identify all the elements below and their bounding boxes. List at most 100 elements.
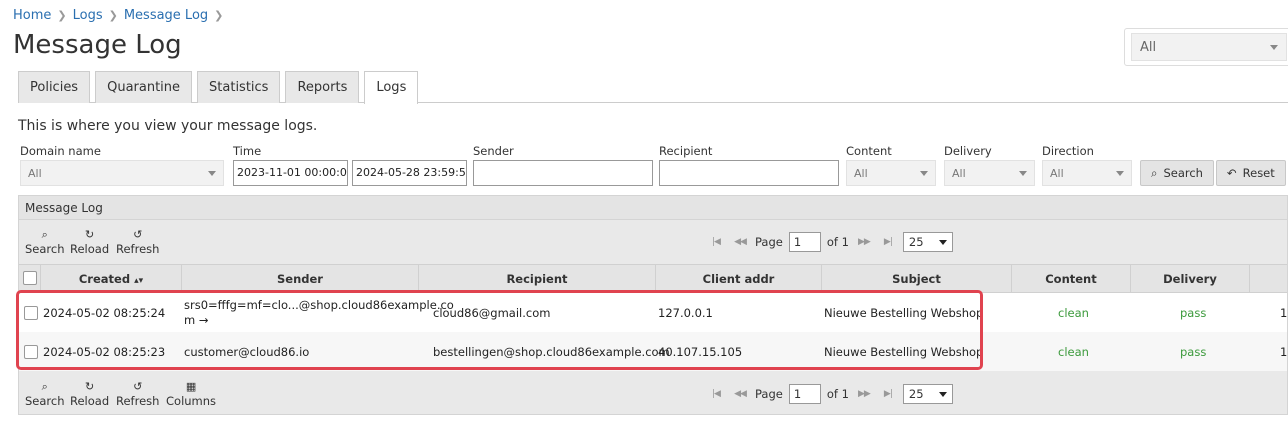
next-page-icon[interactable]: ▶▶: [855, 237, 873, 247]
cell-sender-line2: m →: [184, 313, 209, 327]
search-button-label: Search: [1163, 166, 1203, 180]
time-to-input[interactable]: 2024-05-28 23:59:59: [352, 160, 467, 186]
grid-reload-button-bottom[interactable]: ↻ Reload: [70, 380, 109, 408]
col-recipient[interactable]: Recipient: [419, 265, 656, 293]
cell-extra: 10: [1280, 345, 1288, 359]
grid-title: Message Log: [19, 196, 1287, 220]
sender-filter-input[interactable]: [473, 160, 653, 186]
page-input[interactable]: 1: [788, 384, 821, 404]
tab-quarantine[interactable]: Quarantine: [95, 71, 193, 103]
grid-search-label: Search: [25, 242, 65, 256]
cell-sender: customer@cloud86.io: [184, 345, 310, 359]
grid-columns-label: Columns: [166, 394, 217, 408]
chevron-down-icon: [1116, 170, 1124, 176]
select-all-checkbox[interactable]: [23, 271, 37, 285]
sort-icon: ▴▾: [134, 276, 144, 286]
page-of-label: of 1: [826, 235, 849, 249]
col-subject[interactable]: Subject: [822, 265, 1012, 293]
breadcrumb-current[interactable]: Message Log: [124, 8, 208, 23]
message-log-grid: Message Log ⌕ Search ↻ Reload ↺ Refresh …: [18, 195, 1288, 415]
last-page-icon[interactable]: ▶|: [879, 237, 897, 247]
page-input[interactable]: 1: [788, 232, 821, 252]
domain-scope-value: All: [1140, 39, 1157, 55]
next-page-icon[interactable]: ▶▶: [855, 389, 873, 399]
last-page-icon[interactable]: ▶|: [879, 389, 897, 399]
refresh-icon: ↺: [133, 380, 143, 393]
cell-recipient: bestellingen@shop.cloud86example.com: [433, 345, 670, 359]
col-extra[interactable]: [1250, 265, 1288, 293]
cell-client-addr: 40.107.15.105: [658, 345, 743, 359]
main-tabs: Policies Quarantine Statistics Reports L…: [18, 71, 1288, 104]
direction-filter-select[interactable]: All: [1042, 160, 1132, 186]
prev-page-icon[interactable]: ◀◀: [731, 389, 749, 399]
breadcrumb-home[interactable]: Home: [13, 8, 51, 23]
search-icon: ⌕: [41, 228, 48, 241]
chevron-down-icon: [938, 391, 947, 397]
direction-filter-value: All: [1050, 166, 1064, 180]
page-size-value: 25: [908, 387, 924, 401]
delivery-filter-label: Delivery: [944, 144, 992, 158]
cell-subject: Nieuwe Bestelling Webshop: [824, 306, 984, 320]
reload-icon: ↻: [84, 228, 95, 241]
cell-sender-line1: srs0=fffg=mf=clo...@shop.cloud86example.…: [184, 298, 454, 312]
domain-filter-select[interactable]: All: [20, 160, 224, 186]
reset-button[interactable]: ↶ Reset: [1216, 160, 1286, 186]
chevron-down-icon: [938, 239, 947, 245]
grid-columns-button[interactable]: ▦ Columns: [166, 380, 216, 408]
columns-icon: ▦: [185, 380, 197, 393]
cell-delivery: pass: [1180, 306, 1207, 320]
chevron-down-icon: [1270, 44, 1278, 50]
grid-search-label: Search: [25, 394, 65, 408]
select-all-cell: [19, 265, 41, 293]
col-sender[interactable]: Sender: [182, 265, 419, 293]
page-of-label: of 1: [826, 387, 849, 401]
first-page-icon[interactable]: |◀: [707, 389, 725, 399]
cell-content: clean: [1058, 306, 1089, 320]
chevron-right-icon: ❯: [108, 9, 118, 22]
prev-page-icon[interactable]: ◀◀: [731, 237, 749, 247]
col-client-addr[interactable]: Client addr: [656, 265, 822, 293]
refresh-icon: ↺: [133, 228, 143, 241]
page-label: Page: [755, 387, 783, 401]
grid-header-row: Created ▴▾ Sender Recipient Client addr …: [19, 264, 1287, 293]
page-size-select[interactable]: 25: [902, 232, 953, 252]
col-delivery[interactable]: Delivery: [1131, 265, 1250, 293]
chevron-down-icon: [208, 170, 216, 176]
row-checkbox[interactable]: [24, 306, 38, 320]
reset-icon: ↶: [1227, 166, 1237, 180]
time-filter-label: Time: [233, 144, 262, 158]
cell-client-addr: 127.0.0.1: [658, 306, 713, 320]
page-size-select[interactable]: 25: [902, 384, 953, 404]
content-filter-select[interactable]: All: [846, 160, 936, 186]
col-content[interactable]: Content: [1012, 265, 1131, 293]
grid-bottom-toolbar: ⌕ Search ↻ Reload ↺ Refresh ▦ Columns |◀…: [19, 372, 1287, 416]
recipient-filter-input[interactable]: [659, 160, 839, 186]
search-icon: ⌕: [41, 380, 48, 393]
content-filter-value: All: [854, 166, 868, 180]
tab-logs[interactable]: Logs: [364, 71, 419, 104]
cell-recipient: cloud86@gmail.com: [433, 306, 551, 320]
cell-delivery: pass: [1180, 345, 1207, 359]
grid-refresh-button-bottom[interactable]: ↺ Refresh: [116, 380, 159, 408]
grid-refresh-label: Refresh: [116, 242, 160, 256]
tab-reports[interactable]: Reports: [285, 71, 360, 103]
grid-search-button[interactable]: ⌕ Search: [25, 228, 65, 256]
time-from-input[interactable]: 2023-11-01 00:00:00: [233, 160, 348, 186]
grid-search-button-bottom[interactable]: ⌕ Search: [25, 380, 65, 408]
search-button[interactable]: ⌕ Search: [1140, 160, 1214, 186]
col-created[interactable]: Created ▴▾: [41, 265, 182, 293]
delivery-filter-select[interactable]: All: [944, 160, 1035, 186]
tab-policies[interactable]: Policies: [18, 71, 91, 103]
row-checkbox[interactable]: [24, 345, 38, 359]
breadcrumb-logs[interactable]: Logs: [73, 8, 103, 23]
domain-scope-select[interactable]: All: [1124, 28, 1288, 66]
grid-refresh-button[interactable]: ↺ Refresh: [116, 228, 159, 256]
cell-sender: srs0=fffg=mf=clo...@shop.cloud86example.…: [184, 298, 454, 328]
domain-filter-value: All: [28, 166, 42, 180]
table-row[interactable]: 2024-05-02 08:25:24 srs0=fffg=mf=clo...@…: [19, 293, 1288, 332]
grid-reload-button[interactable]: ↻ Reload: [70, 228, 109, 256]
table-row[interactable]: 2024-05-02 08:25:23 customer@cloud86.io …: [19, 332, 1288, 371]
page-title: Message Log: [13, 30, 182, 60]
tab-statistics[interactable]: Statistics: [197, 71, 281, 103]
first-page-icon[interactable]: |◀: [707, 237, 725, 247]
